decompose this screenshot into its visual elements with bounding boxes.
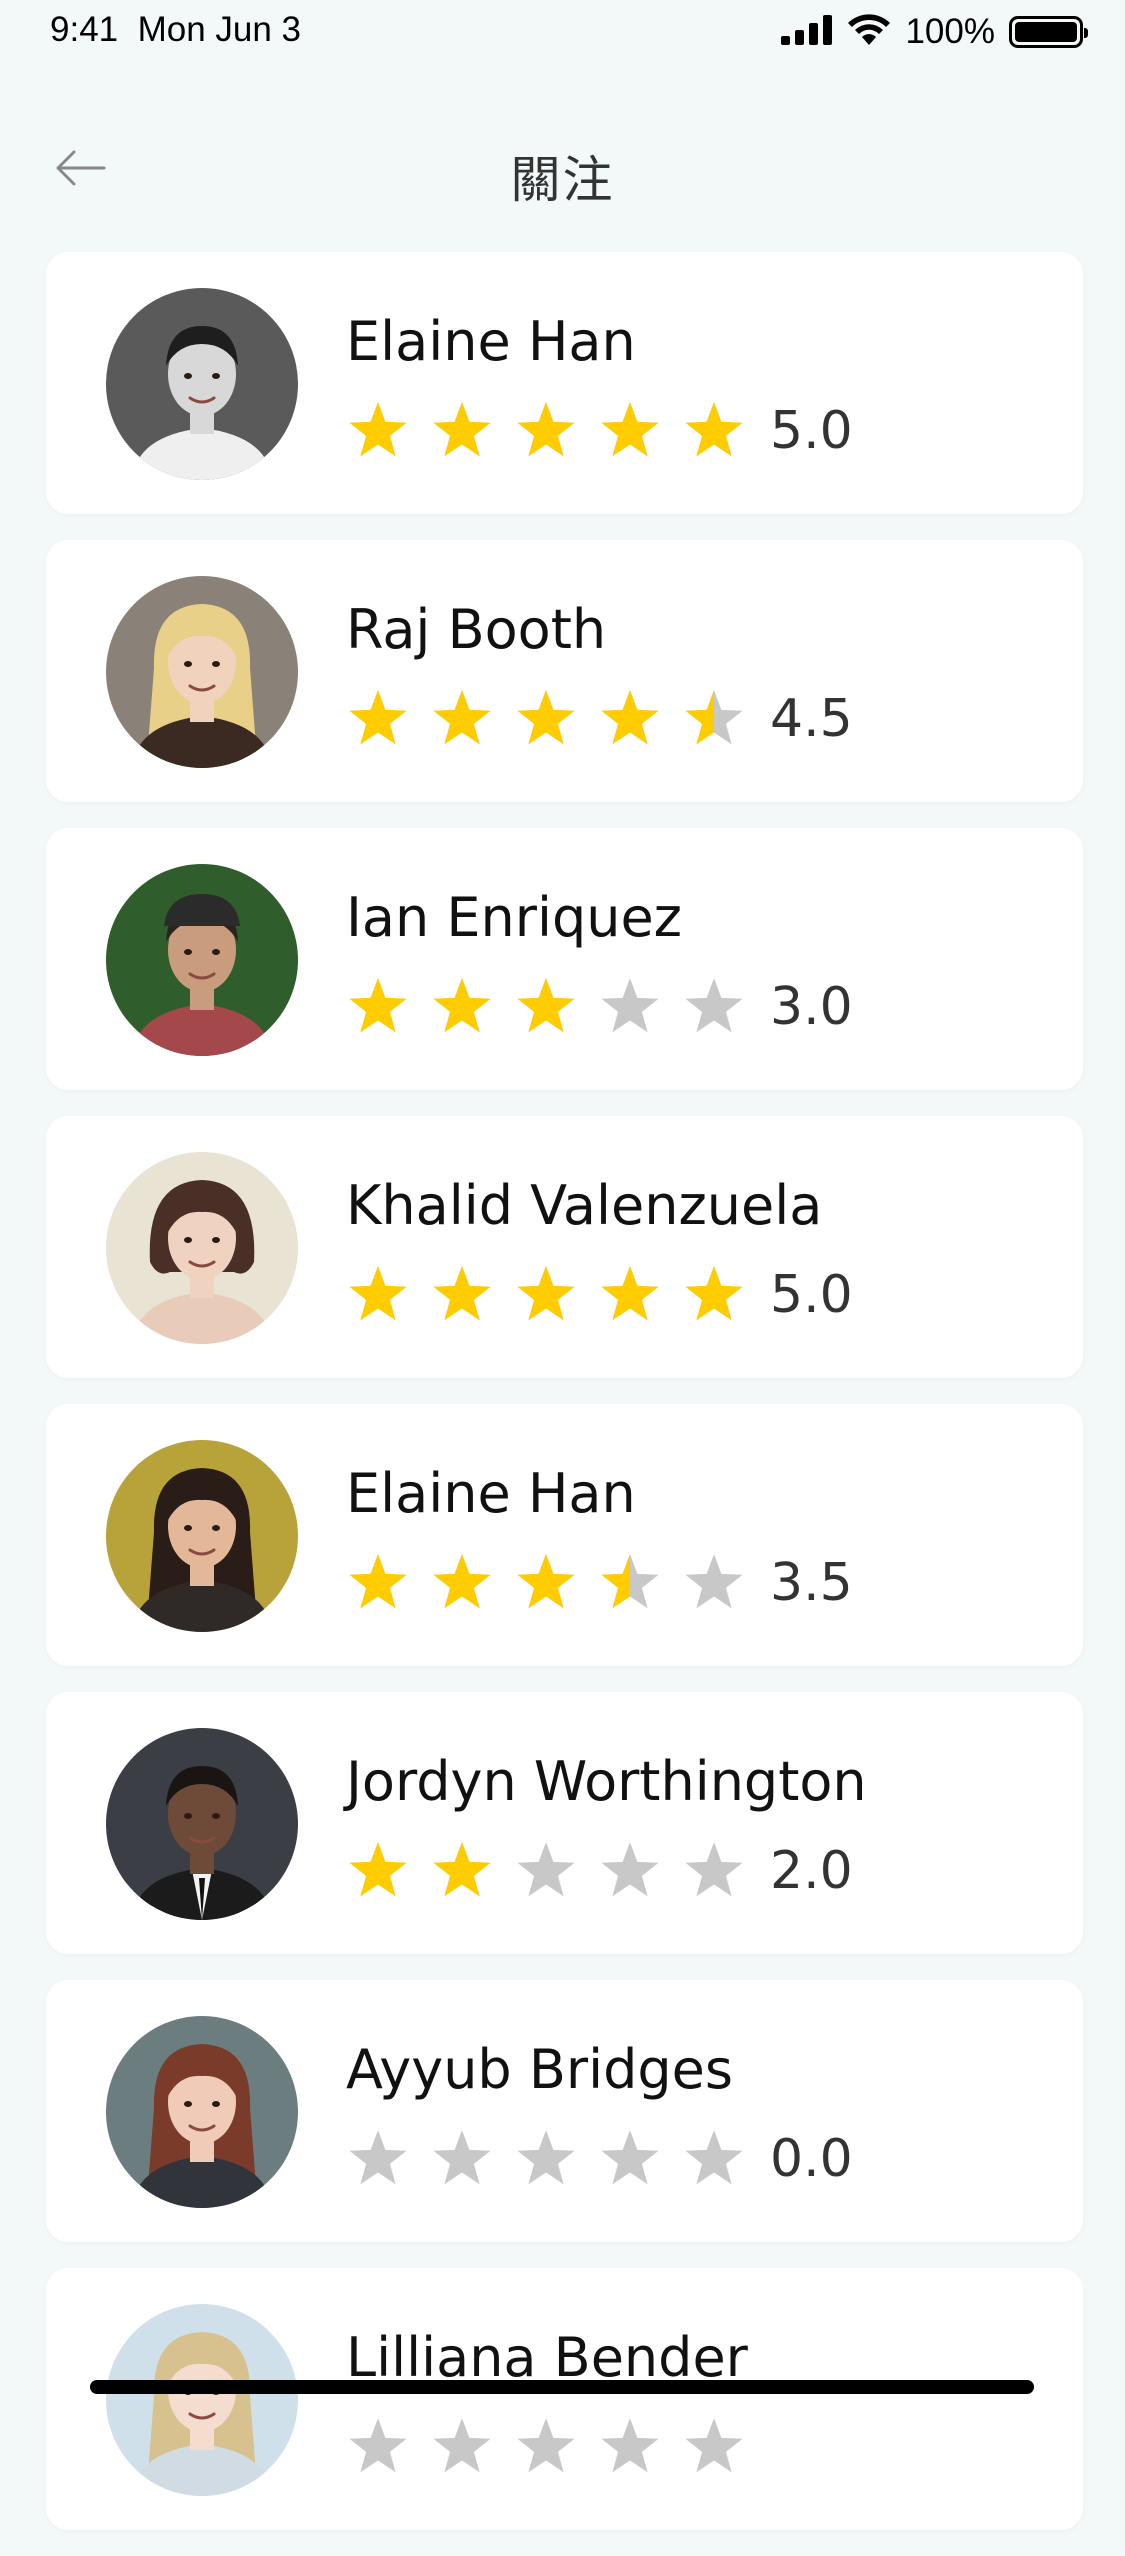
battery-percent: 100% (905, 12, 995, 51)
star-icon (601, 1842, 659, 1897)
user-card[interactable]: Khalid Valenzuela 5.0 (46, 1116, 1083, 1378)
rating-stars: 3.5 (346, 1551, 853, 1615)
avatar[interactable] (106, 864, 298, 1056)
star-icon (685, 1554, 743, 1609)
star-icon (517, 2418, 575, 2473)
star-icon (517, 690, 575, 745)
rating-stars: 2.0 (346, 1839, 853, 1903)
avatar[interactable] (106, 1728, 298, 1920)
avatar[interactable] (106, 1440, 298, 1632)
rating-value: 3.0 (770, 977, 853, 1037)
star-icon (601, 978, 659, 1033)
star-icon (349, 690, 407, 745)
signal-icon (781, 14, 833, 50)
star-icon (349, 402, 407, 457)
battery-icon (1009, 16, 1088, 48)
avatar[interactable] (106, 2304, 298, 2496)
star-icon (517, 978, 575, 1033)
rating-value: 5.0 (770, 401, 853, 461)
user-card[interactable]: Elaine Han 3.5 (46, 1404, 1083, 1666)
status-date: Mon Jun 3 (137, 10, 302, 49)
rating-stars: 3.0 (346, 975, 853, 1039)
status-time: 9:41 Mon Jun 3 (50, 10, 301, 50)
avatar[interactable] (106, 2016, 298, 2208)
star-icon (685, 978, 743, 1033)
star-icon (517, 1842, 575, 1897)
star-icon (601, 2130, 659, 2185)
star-icon (685, 690, 743, 745)
star-icon (433, 2130, 491, 2185)
rating-value: 3.5 (770, 1553, 853, 1613)
star-icon (349, 2130, 407, 2185)
star-icon (349, 1266, 407, 1321)
star-icon (433, 1266, 491, 1321)
home-indicator (90, 2380, 1034, 2394)
user-name: Khalid Valenzuela (346, 1174, 823, 1237)
user-name: Jordyn Worthington (346, 1750, 867, 1813)
star-icon (685, 2418, 743, 2473)
user-name: Ian Enriquez (346, 886, 683, 949)
page-title: 關注 (510, 151, 615, 209)
star-icon (685, 1842, 743, 1897)
rating-value: 4.5 (770, 689, 853, 749)
star-icon (601, 402, 659, 457)
star-icon (517, 1266, 575, 1321)
star-icon (601, 690, 659, 745)
star-icon (433, 978, 491, 1033)
star-icon (433, 690, 491, 745)
rating-stars: 5.0 (346, 1263, 853, 1327)
rating-value: 2.0 (770, 1841, 853, 1901)
rating-stars (346, 2415, 770, 2479)
user-card[interactable]: Ayyub Bridges 0.0 (46, 1980, 1083, 2242)
rating-value: 5.0 (770, 1265, 853, 1325)
star-icon (517, 2130, 575, 2185)
status-clock: 9:41 (50, 10, 119, 49)
followed-user-list: Elaine Han 5.0 Raj Booth 4.5 Ian Enriquez 3.0… (46, 252, 1083, 2556)
nav-bar: 關注 (0, 120, 1125, 220)
star-icon (517, 402, 575, 457)
wifi-icon (847, 13, 891, 51)
star-icon (685, 1266, 743, 1321)
user-name: Elaine Han (346, 1462, 636, 1525)
star-icon (433, 2418, 491, 2473)
star-icon (433, 402, 491, 457)
user-card[interactable]: Elaine Han 5.0 (46, 252, 1083, 514)
star-icon (601, 1266, 659, 1321)
user-card[interactable]: Ian Enriquez 3.0 (46, 828, 1083, 1090)
star-icon (349, 1554, 407, 1609)
star-icon (349, 1842, 407, 1897)
avatar[interactable] (106, 576, 298, 768)
star-icon (349, 978, 407, 1033)
rating-stars: 4.5 (346, 687, 853, 751)
star-icon (433, 1554, 491, 1609)
user-card[interactable]: Jordyn Worthington 2.0 (46, 1692, 1083, 1954)
star-icon (601, 2418, 659, 2473)
star-icon (517, 1554, 575, 1609)
avatar[interactable] (106, 1152, 298, 1344)
status-indicators: 100% (781, 10, 1088, 54)
user-name: Ayyub Bridges (346, 2038, 734, 2101)
user-card[interactable]: Lilliana Bender (46, 2268, 1083, 2530)
star-icon (685, 2130, 743, 2185)
user-card[interactable]: Raj Booth 4.5 (46, 540, 1083, 802)
avatar[interactable] (106, 288, 298, 480)
rating-value: 0.0 (770, 2129, 853, 2189)
star-icon (349, 2418, 407, 2473)
star-icon (601, 1554, 659, 1609)
star-icon (433, 1842, 491, 1897)
star-icon (685, 402, 743, 457)
rating-stars: 5.0 (346, 399, 853, 463)
status-bar: 9:41 Mon Jun 3 100% (0, 0, 1125, 70)
battery-level (1015, 22, 1077, 42)
user-name: Elaine Han (346, 310, 636, 373)
user-name: Raj Booth (346, 598, 607, 661)
rating-stars: 0.0 (346, 2127, 853, 2191)
